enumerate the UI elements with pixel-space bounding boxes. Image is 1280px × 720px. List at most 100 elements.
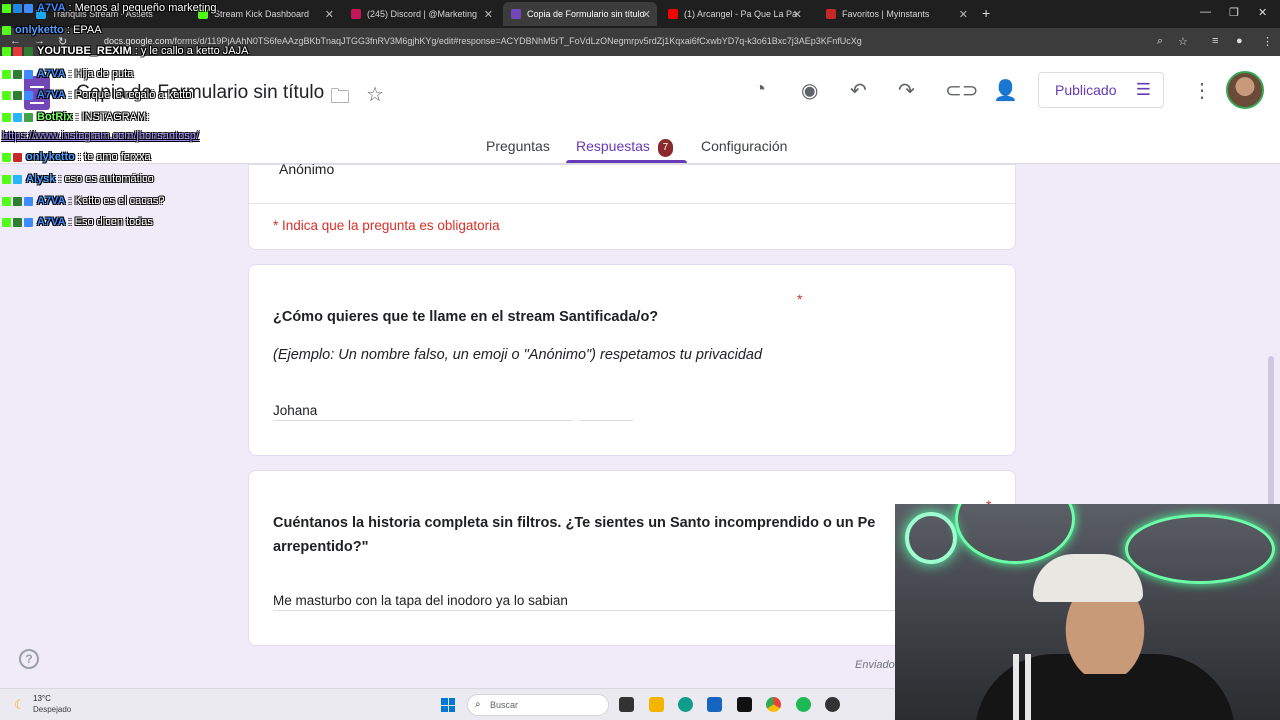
tab-label: Favoritos | Myinstants [842,9,930,19]
chat-badge-icon [24,46,33,56]
chat-badge-icon [13,196,22,206]
webcam-overlay [895,504,1280,720]
chat-badge-icon [13,46,22,56]
chat-username: A7VA [37,89,66,101]
store-icon[interactable] [707,697,722,712]
answer-text: Me masturbo con la tapa del inodoro ya l… [273,593,568,608]
taskbar-search-placeholder: Buscar [490,700,519,710]
chat-username: A7VA [37,195,66,207]
chat-badge-icon [24,69,33,79]
publish-button[interactable]: Publicado ☰ [1038,72,1164,108]
divider [249,203,1015,204]
browser-tab[interactable]: Favoritos | Myinstants ✕ [818,2,974,26]
chrome-icon[interactable] [766,697,781,712]
avatar[interactable] [1226,71,1264,109]
close-icon[interactable]: ✕ [484,8,493,21]
answer-underline [273,610,895,611]
weather-moon-icon[interactable]: ☾ [14,697,26,713]
browser-tab[interactable]: (1) Arcangel - Pa Que La Pa ✕ [660,2,808,26]
search-icon: ⌕ [475,699,481,710]
chat-message: A7VA: Hija de puta [2,68,133,80]
windows-start-icon[interactable] [441,698,455,712]
tab-settings[interactable]: Configuración [701,138,787,154]
tab-questions[interactable]: Preguntas [486,138,550,154]
add-collaborator-icon[interactable]: 👤 [993,78,1018,103]
chat-text: : y le callo a ketto JAJA [134,45,249,57]
extensions-icon[interactable]: ≡ [1212,35,1218,47]
weather-temperature[interactable]: 13°C [33,694,51,703]
close-icon[interactable]: ✕ [959,8,968,21]
url-path: /forms/d/119PjAAhN0TS6feAAzgBKbTnaqJTGG3… [172,36,862,46]
chat-text: : Porque le regaló a ketto [68,89,192,101]
browser-menu-icon[interactable]: ⋮ [1262,35,1273,48]
browser-tab-active[interactable]: Copia de Formulario sin título ✕ [503,2,657,26]
maximize-icon[interactable]: ❐ [1229,6,1239,19]
task-view-icon[interactable] [619,697,634,712]
jacket-stripe [1025,654,1031,720]
question-description: (Ejemplo: Un nombre falso, un emoji o "A… [273,347,763,363]
chat-text: : Eso dicen todas [68,216,153,228]
chat-badge-icon [24,90,33,100]
close-icon[interactable]: ✕ [642,8,651,21]
preview-eye-icon[interactable]: ◉ [801,78,818,103]
minimize-icon[interactable]: — [1200,6,1211,18]
respondent-identity: Anónimo [279,161,335,177]
chat-badge-icon [13,217,22,227]
close-icon[interactable]: ✕ [325,8,334,21]
redo-icon[interactable]: ↷ [898,78,915,103]
tab-responses-label: Respuestas [576,138,650,154]
question-title: ¿Cómo quieres que te llame en el stream … [273,309,659,325]
chat-message: A7VA: Porque le regaló a ketto [2,89,191,101]
tab-responses[interactable]: Respuestas 7 [576,138,673,157]
yahoo-icon[interactable] [737,697,752,712]
chat-message: A7VA: Menos al pequeño marketing [2,2,217,14]
tab-label: (245) Discord | @Marketing [367,9,478,19]
active-tab-indicator [566,160,687,163]
tab-favicon-icon [826,9,836,19]
bookmark-star-icon[interactable]: ☆ [1178,35,1188,48]
taskbar: ☾ 13°C Despejado ⌕ Buscar [0,688,895,720]
chat-username: onlyketto [26,151,75,163]
tab-label: Copia de Formulario sin título [527,9,645,19]
new-tab-icon[interactable]: + [982,5,990,21]
file-explorer-icon[interactable] [649,697,664,712]
chat-username: A7VA [37,2,66,14]
chat-badge-icon [24,196,33,206]
profile-icon[interactable]: ● [1236,35,1243,47]
window-close-icon[interactable]: ✕ [1258,6,1267,19]
chat-badge-icon [13,3,22,13]
folder-icon[interactable]: 🗀 [330,82,350,116]
chat-badge-icon [2,217,11,227]
link-icon[interactable]: ⊂⊃ [945,78,979,103]
edge-icon[interactable] [678,697,693,712]
close-icon[interactable]: ✕ [793,8,802,21]
chat-text: : INSTAGRAM: [75,111,150,123]
form-header-card: Anónimo * Indica que la pregunta es obli… [248,161,1016,250]
browser-tab[interactable]: (245) Discord | @Marketing ✕ [343,2,499,26]
spotify-icon[interactable] [796,697,811,712]
required-note: * Indica que la pregunta es obligatoria [273,218,500,233]
tab-label: (1) Arcangel - Pa Que La Pa [684,9,798,19]
star-icon[interactable]: ☆ [366,82,384,107]
weather-description[interactable]: Despejado [33,705,71,714]
chat-username: A7VA [37,216,66,228]
undo-icon[interactable]: ↶ [850,78,867,103]
chat-badge-icon [13,90,22,100]
chat-username: onlyketto [15,24,64,36]
publish-label: Publicado [1055,82,1117,98]
question-card: ¿Cómo quieres que te llame en el stream … [248,264,1016,456]
chat-badge-icon [2,69,11,79]
obs-icon[interactable] [825,697,840,712]
tab-label: Stream Kick Dashboard [214,9,310,19]
taskbar-search[interactable]: ⌕ Buscar [467,694,609,716]
chat-username: YOUTUBE_REXIM [37,45,132,57]
help-icon[interactable]: ? [19,649,39,669]
chat-message: BotRix: INSTAGRAM: [2,111,149,123]
chat-text: : Menos al pequeño marketing [68,2,217,14]
more-options-icon[interactable]: ⋮ [1192,78,1212,103]
chat-message: onlyketto: EPAA [2,24,102,36]
chat-username: BotRix [37,111,73,123]
palette-icon[interactable]: ◔ [754,78,766,101]
chat-badge-icon [2,152,11,162]
zoom-icon[interactable]: ⌕ [1157,35,1163,48]
